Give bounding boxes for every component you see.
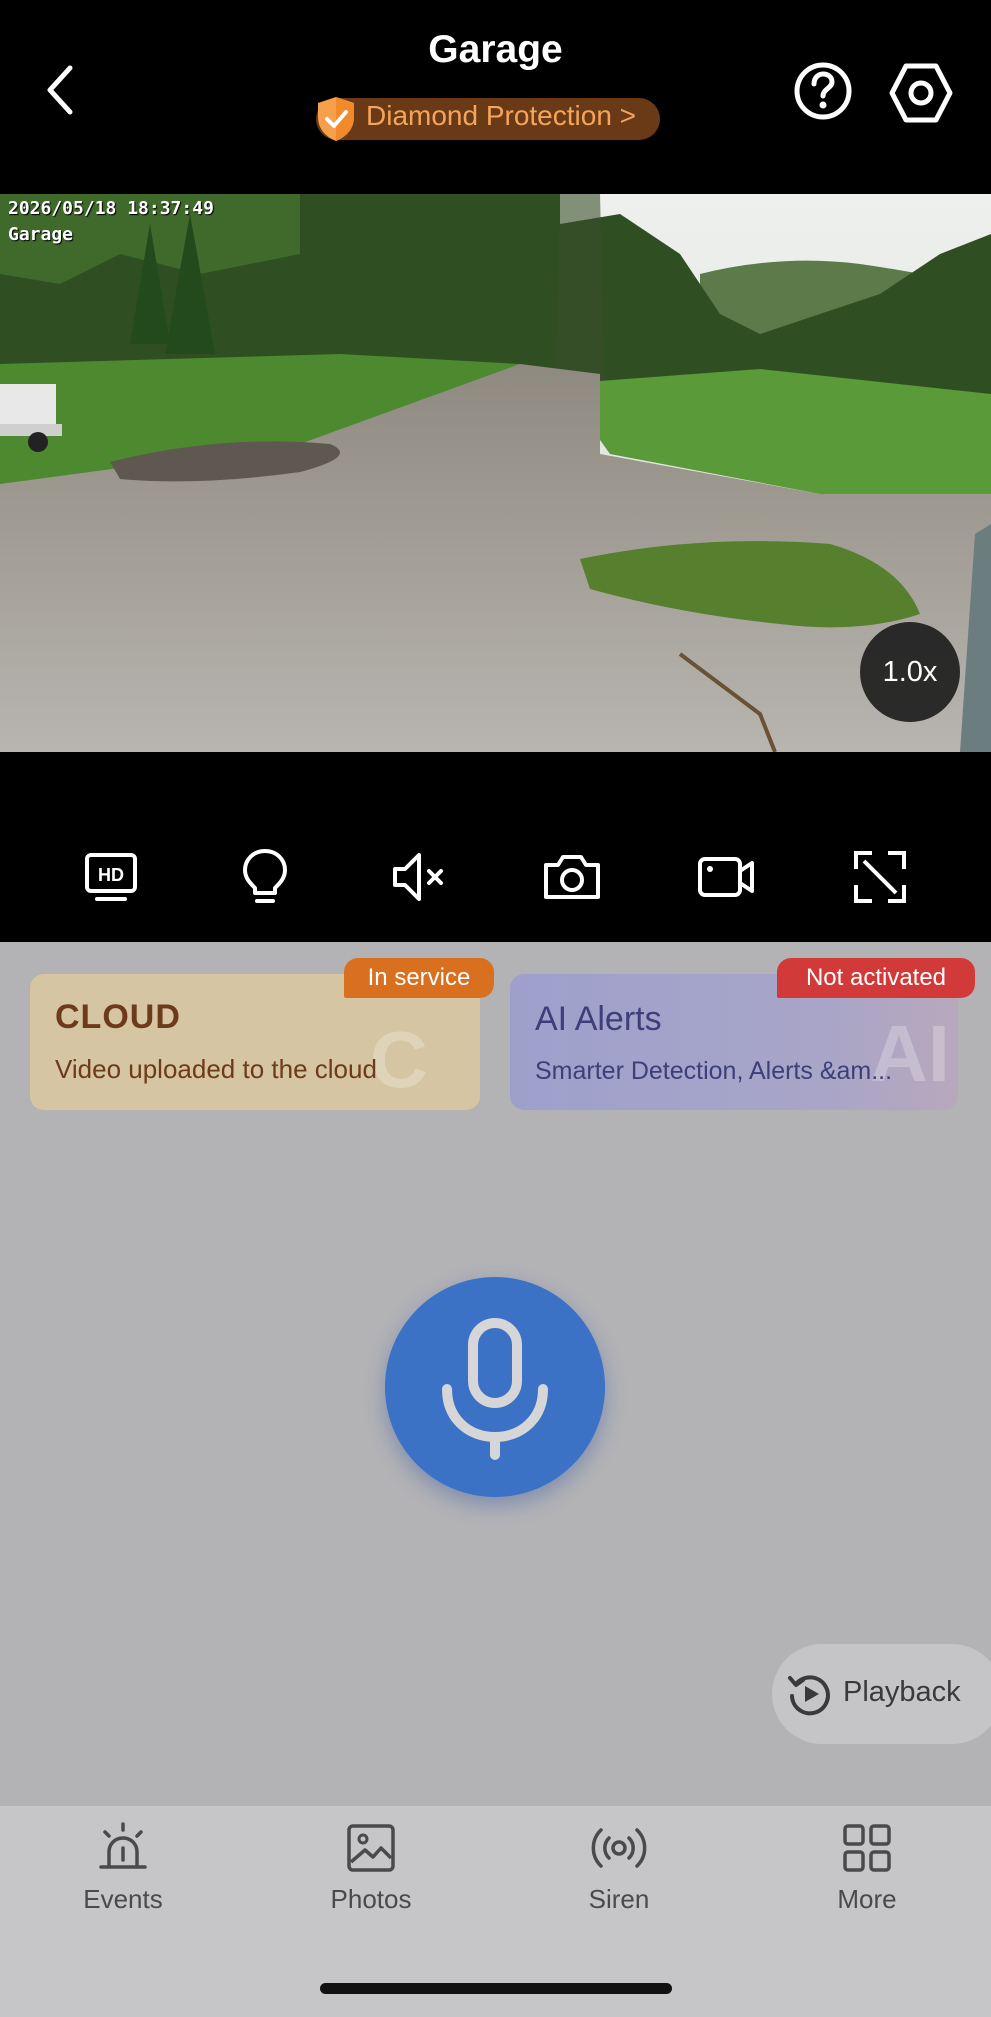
talk-button[interactable] — [385, 1277, 605, 1497]
speaker-mute-icon — [393, 853, 443, 901]
light-bulb-icon — [243, 849, 287, 903]
nav-label-photos: Photos — [330, 1884, 412, 1914]
hd-toggle-button[interactable]: HD — [79, 845, 143, 909]
fullscreen-icon — [854, 851, 906, 903]
nav-item-more[interactable]: More — [787, 1820, 947, 1950]
replay-icon — [786, 1670, 834, 1718]
video-overlay-text: 2026/05/18 18:37:49 Garage — [8, 196, 214, 248]
svg-text:HD: HD — [98, 865, 124, 885]
broadcast-icon — [591, 1828, 647, 1868]
hd-icon: HD — [85, 853, 137, 901]
nav-label-events: Events — [83, 1884, 163, 1914]
home-indicator[interactable] — [320, 1983, 672, 1994]
snapshot-button[interactable] — [540, 845, 604, 909]
help-icon — [794, 62, 852, 120]
nav-item-siren[interactable]: Siren — [539, 1820, 699, 1950]
cloud-status-tag: In service — [344, 958, 494, 998]
video-camera-name: Garage — [8, 224, 74, 245]
settings-button[interactable] — [888, 60, 954, 126]
settings-hex-icon — [889, 63, 953, 123]
live-video-feed[interactable] — [0, 194, 991, 752]
grid-icon — [843, 1824, 891, 1872]
siren-light-icon — [99, 1822, 147, 1869]
zoom-button[interactable]: 1.0x — [860, 622, 960, 722]
video-camera-icon — [698, 857, 754, 897]
video-timestamp: 2026/05/18 18:37:49 — [8, 198, 214, 219]
ai-status-tag: Not activated — [777, 958, 975, 998]
fullscreen-button[interactable] — [848, 845, 912, 909]
image-icon — [347, 1824, 395, 1872]
playback-label: Playback — [843, 1676, 961, 1708]
nav-item-photos[interactable]: Photos — [291, 1820, 451, 1950]
help-button[interactable] — [792, 60, 854, 122]
record-button[interactable] — [694, 845, 758, 909]
cloud-card-title: CLOUD — [55, 998, 181, 1036]
light-button[interactable] — [233, 845, 297, 909]
nav-label-more: More — [837, 1884, 897, 1914]
mute-button[interactable] — [387, 845, 451, 909]
ai-card-title: AI Alerts — [535, 1000, 662, 1038]
microphone-icon — [442, 1318, 548, 1460]
ai-card-subtitle: Smarter Detection, Alerts &am... — [535, 1057, 893, 1085]
nav-label-siren: Siren — [588, 1884, 650, 1914]
camera-icon — [544, 855, 600, 899]
control-toolbar — [0, 752, 991, 942]
camera-scene-image — [0, 194, 991, 752]
cloud-watermark-icon: C — [370, 1015, 428, 1104]
badge-label: Diamond Protection > — [366, 100, 637, 131]
shield-check-icon — [314, 95, 358, 143]
nav-item-events[interactable]: Events — [43, 1820, 203, 1950]
ai-watermark-icon: AI — [870, 1009, 950, 1098]
cloud-card-subtitle: Video uploaded to the cloud — [55, 1054, 377, 1084]
